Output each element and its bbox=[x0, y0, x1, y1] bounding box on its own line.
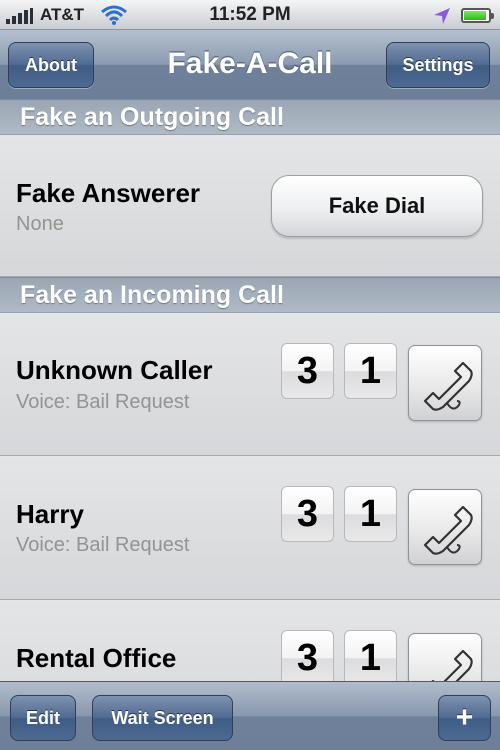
settings-button[interactable]: Settings bbox=[386, 42, 490, 88]
add-button[interactable]: + bbox=[438, 695, 491, 741]
edit-button[interactable]: Edit bbox=[10, 695, 76, 741]
fake-answerer-row[interactable]: Fake Answerer None Fake Dial bbox=[0, 135, 500, 277]
fake-answerer-title: Fake Answerer bbox=[16, 178, 201, 208]
delay-digit-1[interactable]: 3 bbox=[281, 343, 334, 399]
battery-icon bbox=[461, 8, 494, 23]
outgoing-section-title: Fake an Outgoing Call bbox=[20, 103, 284, 131]
delay-digit-2[interactable]: 1 bbox=[344, 630, 397, 686]
phone-handset-icon bbox=[423, 361, 473, 411]
delay-digit-2[interactable]: 1 bbox=[344, 343, 397, 399]
caller-name: Unknown Caller bbox=[16, 355, 213, 385]
caller-voice: Voice: Bail Request bbox=[16, 534, 190, 556]
outgoing-section-header: Fake an Outgoing Call bbox=[0, 99, 500, 135]
incoming-call-row[interactable]: Harry Voice: Bail Request 3 1 bbox=[0, 456, 500, 600]
bottom-toolbar: Edit Wait Screen + bbox=[0, 681, 500, 750]
incoming-call-row[interactable]: Unknown Caller Voice: Bail Request 3 1 bbox=[0, 313, 500, 456]
status-bar: AT&T 11:52 PM bbox=[0, 0, 500, 30]
fake-answerer-value: None bbox=[16, 213, 64, 235]
call-button[interactable] bbox=[408, 345, 482, 421]
caller-voice: Voice: Bail Request bbox=[16, 391, 190, 413]
call-button[interactable] bbox=[408, 489, 482, 565]
incoming-section-title: Fake an Incoming Call bbox=[20, 281, 284, 309]
wait-screen-button[interactable]: Wait Screen bbox=[92, 695, 233, 741]
fake-dial-button[interactable]: Fake Dial bbox=[271, 175, 483, 237]
incoming-section-header: Fake an Incoming Call bbox=[0, 277, 500, 313]
delay-digit-2[interactable]: 1 bbox=[344, 486, 397, 542]
caller-name: Rental Office bbox=[16, 643, 177, 673]
delay-digit-1[interactable]: 3 bbox=[281, 630, 334, 686]
battery-level bbox=[464, 11, 486, 20]
delay-digit-1[interactable]: 3 bbox=[281, 486, 334, 542]
navigation-bar: About Fake-A-Call Settings bbox=[0, 30, 500, 100]
phone-handset-icon bbox=[423, 505, 473, 555]
caller-name: Harry bbox=[16, 499, 84, 529]
location-arrow-icon bbox=[432, 6, 452, 31]
status-time: 11:52 PM bbox=[209, 4, 291, 25]
